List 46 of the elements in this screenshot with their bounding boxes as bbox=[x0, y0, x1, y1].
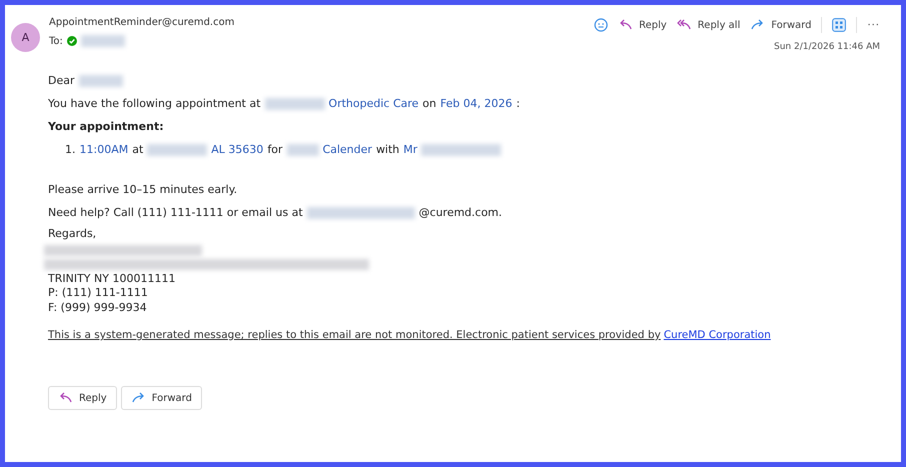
section-heading: Your appointment: bbox=[48, 120, 164, 133]
link[interactable]: Orthopedic Care bbox=[328, 97, 419, 110]
forward-arrow-icon bbox=[750, 19, 766, 31]
body-text: : bbox=[516, 97, 520, 110]
forward-button[interactable]: Forward bbox=[120, 386, 202, 410]
list-number: 1. bbox=[65, 143, 76, 156]
reply-all-arrow-icon bbox=[676, 19, 692, 31]
link[interactable]: 11:00AM bbox=[80, 143, 128, 156]
body-text: Dear bbox=[48, 74, 75, 87]
link[interactable]: Calender bbox=[322, 143, 372, 156]
reply-all-button[interactable]: Reply all bbox=[676, 19, 740, 31]
redacted-block bbox=[80, 35, 125, 47]
apps-icon[interactable] bbox=[832, 18, 846, 32]
reply-button[interactable]: Reply bbox=[618, 19, 667, 31]
body-text: You have the following appointment at bbox=[48, 97, 261, 110]
to-label: To: bbox=[49, 36, 63, 46]
body-text: Need help? Call (111) 111-1111 or email us at bbox=[48, 206, 303, 219]
signature-line: TRINITY NY 100011111 bbox=[48, 272, 176, 286]
signature-line: P: (111) 111-1111 bbox=[48, 286, 148, 300]
forward-arrow-icon bbox=[130, 392, 146, 404]
reply-arrow-icon bbox=[58, 392, 73, 404]
signature-line: Regards, bbox=[48, 227, 96, 242]
body-text: @curemd.com. bbox=[418, 206, 502, 219]
redacted-block bbox=[78, 74, 123, 86]
more-button[interactable]: ··· bbox=[867, 20, 880, 30]
reply-button[interactable]: Reply bbox=[48, 386, 117, 410]
forward-button[interactable]: Forward bbox=[750, 19, 812, 31]
body-text: on bbox=[422, 97, 436, 110]
sender-email: AppointmentReminder@curemd.com bbox=[49, 17, 234, 28]
signature-line: F: (999) 999-9934 bbox=[48, 300, 147, 315]
body-text: with bbox=[376, 143, 400, 156]
body-text: at bbox=[132, 143, 144, 156]
link[interactable]: CureMD Corporation bbox=[664, 329, 771, 341]
avatar: A bbox=[11, 23, 40, 52]
link[interactable]: Feb 04, 2026 bbox=[440, 97, 512, 110]
link[interactable]: Mr bbox=[403, 143, 418, 156]
reply-arrow-icon bbox=[618, 19, 633, 31]
date-text: Sun 2/1/2026 11:46 AM bbox=[774, 42, 880, 52]
redacted-block bbox=[147, 144, 208, 156]
body-text: Please arrive 10–15 minutes early. bbox=[48, 183, 238, 196]
redacted-block bbox=[264, 98, 325, 110]
redacted-block bbox=[286, 144, 319, 156]
link[interactable]: AL 35630 bbox=[211, 143, 264, 156]
disclaimer-text: This is a system-generated message; replies to this email are not monitored. Electronic patient services provided by bbox=[48, 329, 661, 341]
emoji-icon[interactable] bbox=[594, 18, 608, 32]
body-text: for bbox=[267, 143, 283, 156]
